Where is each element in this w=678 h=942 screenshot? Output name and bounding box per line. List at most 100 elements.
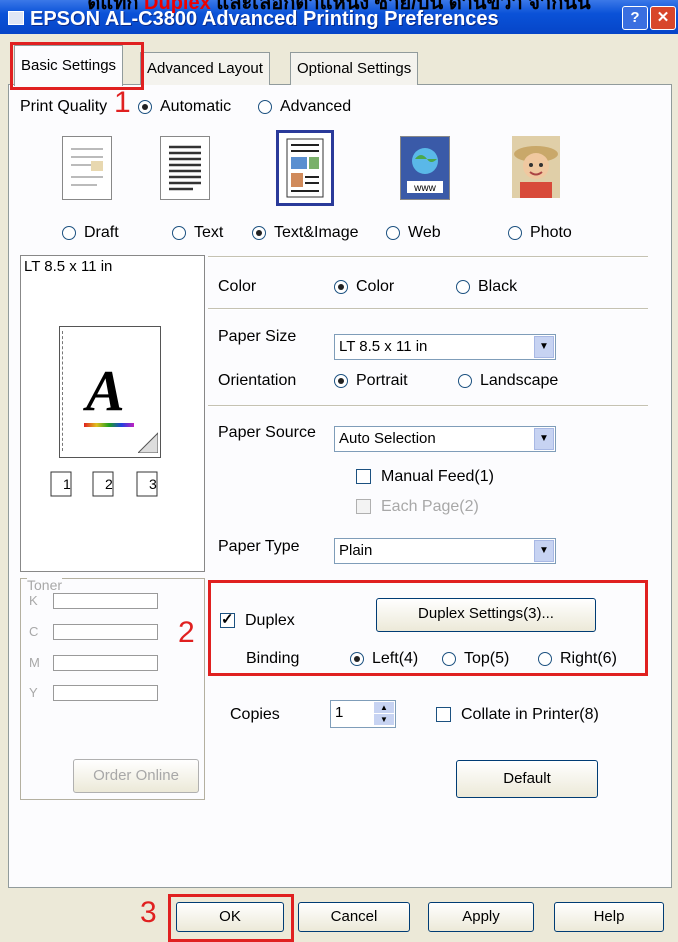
copies-label: Copies: [230, 706, 280, 723]
preview-page: A: [59, 326, 161, 458]
collate-option[interactable]: Collate in Printer(8): [436, 706, 599, 724]
mode-draft-option[interactable]: Draft: [62, 224, 119, 242]
manual-feed-checkbox[interactable]: [356, 469, 371, 485]
collate-checkbox[interactable]: [436, 707, 451, 723]
black-radio[interactable]: [456, 279, 470, 294]
ok-button[interactable]: OK: [176, 902, 284, 932]
preview-paper-label: LT 8.5 x 11 in: [24, 258, 113, 275]
text-image-label: Text&Image: [274, 224, 359, 241]
page-curl-icon: [138, 432, 158, 453]
instruction-caption: ิดแท็ก Duplex และเลือกตำแหน่ง ซ้าย/บน ด้…: [0, 0, 678, 18]
landscape-label: Landscape: [480, 372, 559, 389]
landscape-option[interactable]: Landscape: [458, 372, 558, 390]
toner-y-bar: [53, 685, 158, 701]
color-radio[interactable]: [334, 279, 348, 294]
copies-spinner[interactable]: 1 ▲ ▼: [330, 700, 396, 728]
automatic-radio[interactable]: [138, 99, 152, 114]
manual-feed-option[interactable]: Manual Feed(1): [356, 468, 494, 486]
divider: [208, 256, 648, 258]
toner-group: Toner K C M Y Order Online: [20, 577, 205, 800]
binding-right-option[interactable]: Right(6): [538, 650, 617, 668]
binding-left-option[interactable]: Left(4): [350, 650, 418, 668]
divider: [208, 308, 648, 310]
draft-page-icon[interactable]: [62, 136, 112, 200]
text-radio[interactable]: [172, 225, 186, 240]
binding-top-label: Top(5): [464, 650, 510, 667]
photo-icon[interactable]: [512, 136, 560, 198]
color-option[interactable]: Color: [334, 278, 394, 296]
portrait-radio[interactable]: [334, 373, 348, 388]
binding-top-option[interactable]: Top(5): [442, 650, 509, 668]
automatic-label: Automatic: [160, 98, 232, 115]
copies-value[interactable]: 1: [335, 704, 343, 721]
web-radio[interactable]: [386, 225, 400, 240]
binding-right-label: Right(6): [560, 650, 617, 667]
duplex-option[interactable]: Duplex: [220, 610, 295, 630]
caption-highlight: Duplex: [144, 0, 211, 14]
mode-photo-option[interactable]: Photo: [508, 224, 572, 242]
toner-m-bar: [53, 655, 158, 671]
divider: [208, 405, 648, 407]
cancel-button[interactable]: Cancel: [298, 902, 410, 932]
binding-left-radio[interactable]: [350, 651, 364, 666]
paper-type-value: Plain: [339, 542, 373, 559]
chevron-down-icon[interactable]: ▼: [534, 428, 554, 450]
default-button[interactable]: Default: [456, 760, 598, 798]
each-page-label: Each Page(2): [381, 498, 479, 515]
mode-web-option[interactable]: Web: [386, 224, 441, 242]
tab-advanced-layout[interactable]: Advanced Layout: [140, 52, 270, 85]
web-page-icon[interactable]: www: [400, 136, 450, 200]
spin-down-icon[interactable]: ▼: [374, 714, 394, 725]
paper-size-value: LT 8.5 x 11 in: [339, 338, 428, 355]
photo-radio[interactable]: [508, 225, 522, 240]
caption-prefix: ิดแท็ก: [87, 0, 139, 14]
quality-advanced-option[interactable]: Advanced: [258, 98, 351, 116]
copy-number-1: 1: [63, 476, 71, 492]
binding-top-radio[interactable]: [442, 651, 456, 666]
draft-label: Draft: [84, 224, 119, 241]
binding-left-label: Left(4): [372, 650, 419, 667]
binding-right-radio[interactable]: [538, 651, 552, 666]
spin-up-icon[interactable]: ▲: [374, 702, 394, 713]
toner-k-bar: [53, 593, 158, 609]
text-image-radio[interactable]: [252, 225, 266, 240]
advanced-label: Advanced: [280, 98, 352, 115]
duplex-checkbox[interactable]: [220, 610, 235, 629]
color-label: Color: [218, 278, 257, 295]
apply-button[interactable]: Apply: [428, 902, 534, 932]
mode-text-image-option[interactable]: Text&Image: [252, 224, 358, 242]
help-button[interactable]: Help: [554, 902, 664, 932]
draft-radio[interactable]: [62, 225, 76, 240]
layout-preview: LT 8.5 x 11 in A 1 2 3: [20, 255, 205, 572]
text-label: Text: [194, 224, 224, 241]
quality-automatic-option[interactable]: Automatic: [138, 98, 231, 116]
binding-edge-line: [62, 331, 63, 451]
chevron-down-icon[interactable]: ▼: [534, 336, 554, 358]
text-page-icon[interactable]: [160, 136, 210, 200]
paper-type-select[interactable]: Plain ▼: [334, 538, 556, 564]
binding-label: Binding: [246, 650, 300, 667]
landscape-radio[interactable]: [458, 373, 472, 388]
portrait-option[interactable]: Portrait: [334, 372, 408, 390]
paper-source-select[interactable]: Auto Selection ▼: [334, 426, 556, 452]
manual-feed-label: Manual Feed(1): [381, 468, 494, 485]
mode-text-option[interactable]: Text: [172, 224, 223, 242]
chevron-down-icon[interactable]: ▼: [534, 540, 554, 562]
step1-highlight-box: [10, 42, 144, 90]
text-image-page-icon[interactable]: [276, 130, 334, 206]
each-page-option: Each Page(2): [356, 498, 479, 516]
black-option[interactable]: Black: [456, 278, 517, 296]
black-option-label: Black: [478, 278, 518, 295]
toner-label: Toner: [27, 577, 63, 593]
advanced-radio[interactable]: [258, 99, 272, 114]
print-quality-label: Print Quality: [20, 98, 108, 115]
paper-size-select[interactable]: LT 8.5 x 11 in ▼: [334, 334, 556, 360]
preview-letter: A: [86, 358, 125, 423]
copy-number-3: 3: [149, 476, 157, 492]
toner-c-bar: [53, 624, 158, 640]
toner-m-label: M: [29, 655, 40, 670]
duplex-settings-button[interactable]: Duplex Settings(3)...: [376, 598, 596, 632]
order-online-button: Order Online: [73, 759, 199, 793]
copy-number-2: 2: [105, 476, 113, 492]
tab-optional-settings[interactable]: Optional Settings: [290, 52, 419, 85]
